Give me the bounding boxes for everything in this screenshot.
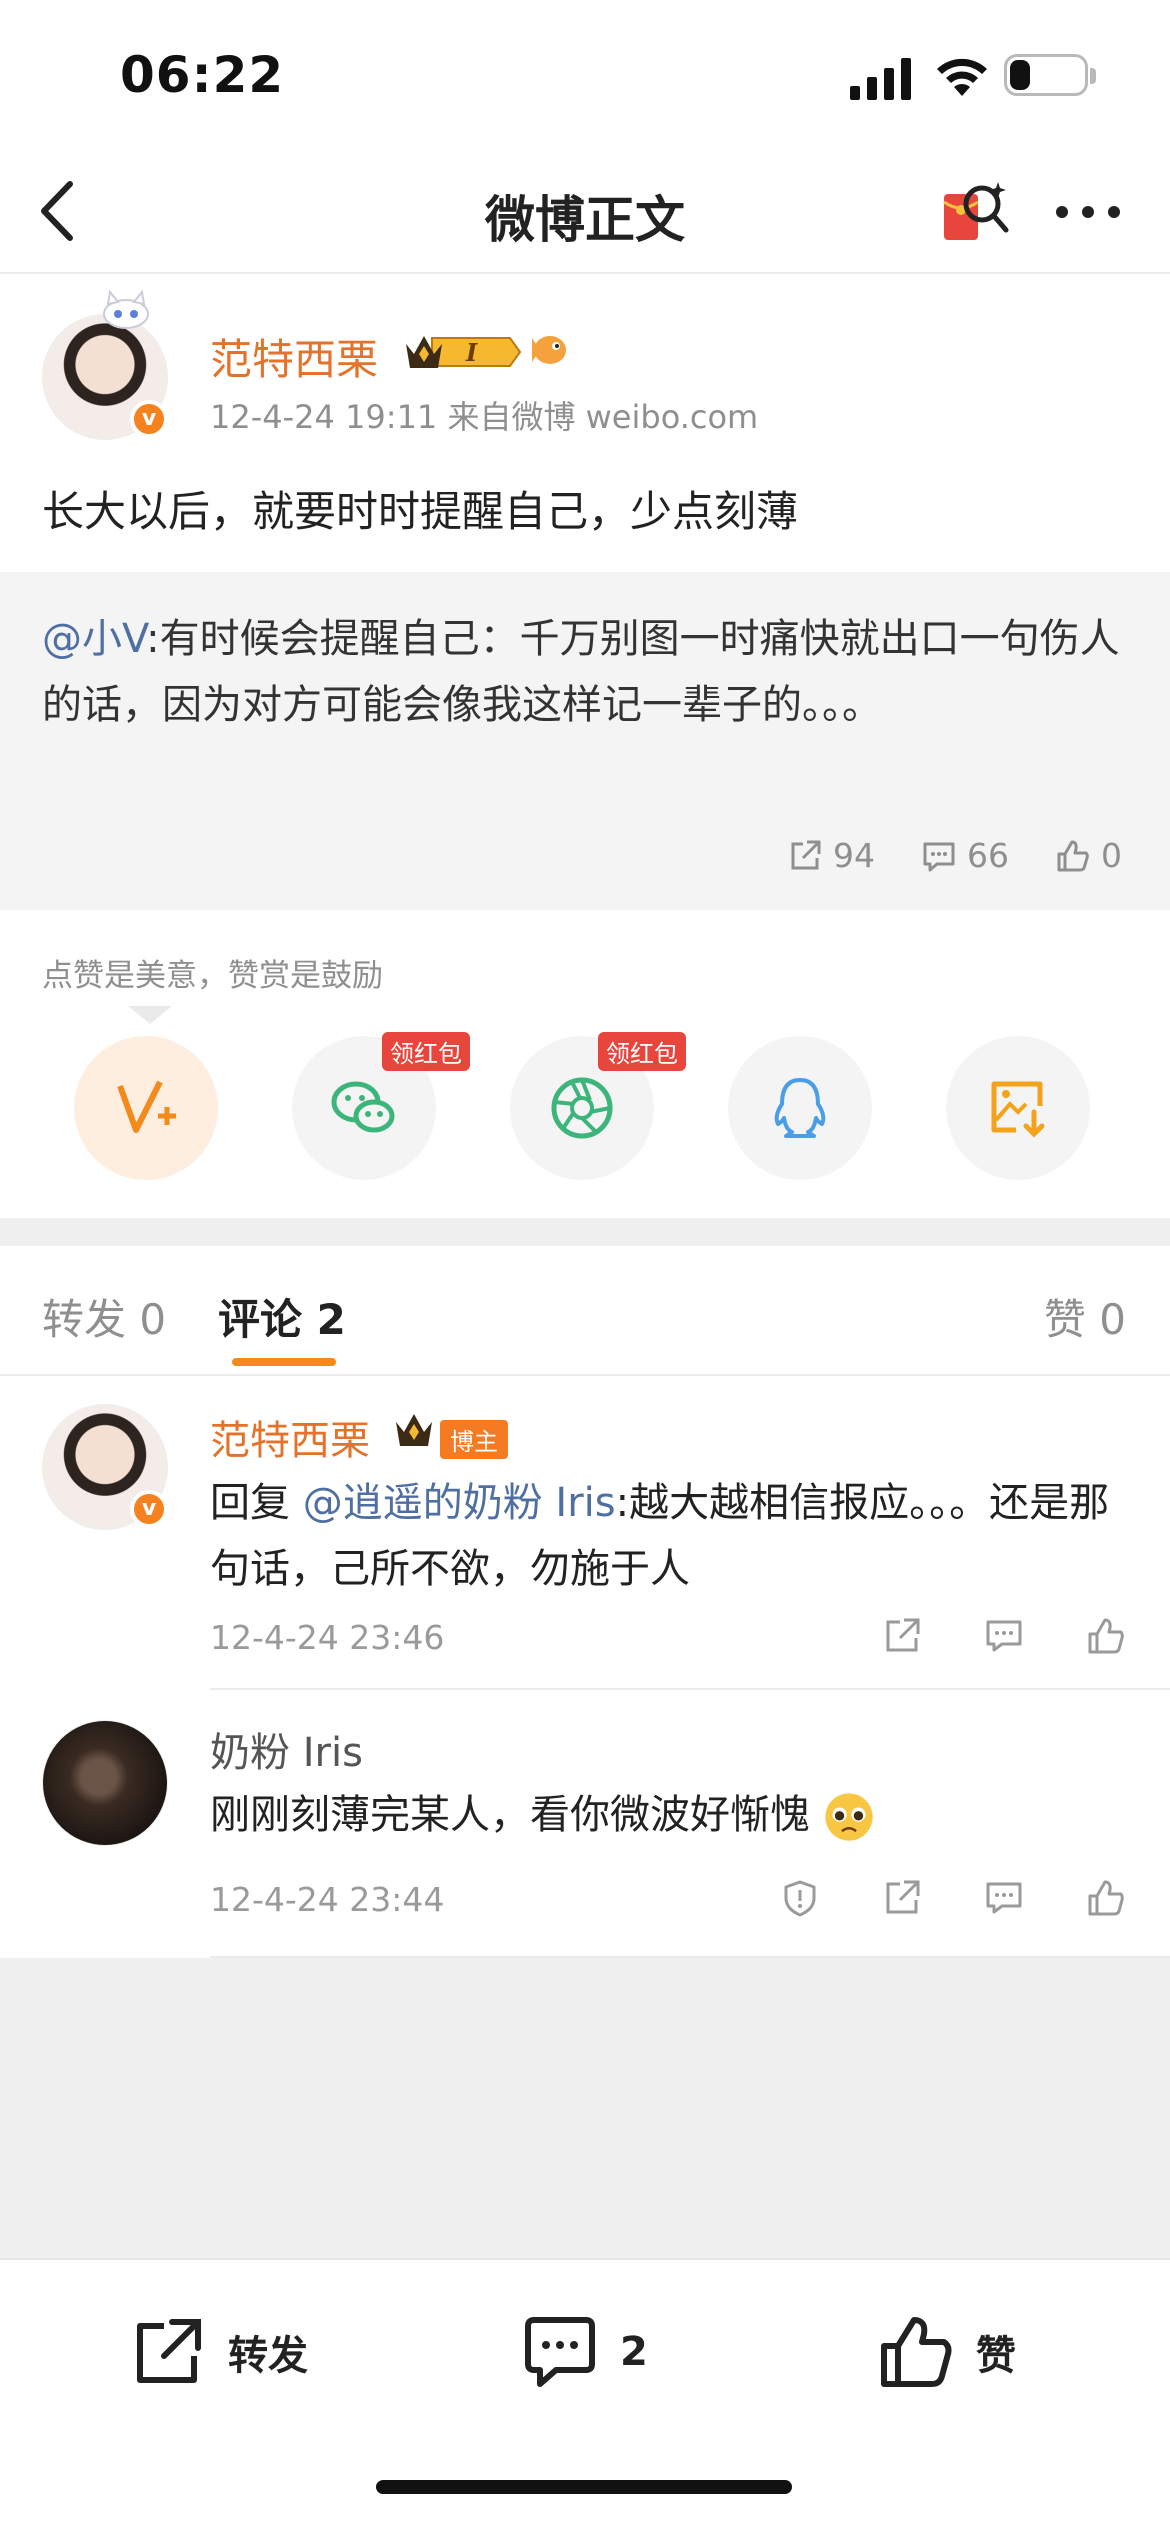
- signal-icon: [850, 58, 911, 100]
- retweet-text: @小V:有时候会提醒自己：千万别图一时痛快就出口一句伤人的话，因为对方可能会像我…: [42, 606, 1132, 738]
- retweet-stats: 94 66 0: [787, 836, 1122, 875]
- comment-divider: [210, 1688, 1170, 1690]
- vplus-share-button[interactable]: [74, 1036, 218, 1180]
- repost-icon: [791, 840, 821, 869]
- post-text: 长大以后，就要时时提醒自己，少点刻薄: [42, 487, 799, 536]
- repost-button[interactable]: 转发: [128, 2312, 308, 2392]
- comment-text: 刚刚刻薄完某人，看你微波好惭愧: [210, 1782, 1140, 1848]
- reward-hint: 点赞是美意，赞赏是鼓励: [42, 958, 383, 994]
- reply-mention[interactable]: @逍遥的奶粉 Iris: [303, 1480, 616, 1526]
- tab-like[interactable]: 赞 0: [1044, 1286, 1126, 1347]
- reply-icon[interactable]: [984, 1616, 1024, 1656]
- tab-repost[interactable]: 转发 0: [42, 1286, 166, 1347]
- comment-button[interactable]: 2: [520, 2312, 648, 2392]
- comment-time: 12-4-24 23:46: [210, 1618, 445, 1657]
- red-packet-icon[interactable]: [938, 174, 1012, 248]
- comment-icon: [525, 2317, 595, 2387]
- repost-count: 94: [833, 836, 875, 875]
- comment-author[interactable]: 奶粉 Iris: [210, 1720, 363, 1778]
- battery-icon: 26: [1004, 54, 1088, 96]
- v-plus-icon: [117, 1080, 176, 1133]
- retweet-like-stat[interactable]: 0: [1055, 836, 1122, 875]
- retweet-body: :有时候会提醒自己：千万别图一时痛快就出口一句伤人的话，因为对方可能会像我这样记…: [42, 616, 1120, 728]
- nav-bar: 微博正文: [0, 150, 1170, 274]
- fan-badge-icon: [532, 336, 566, 364]
- report-icon[interactable]: [780, 1878, 820, 1918]
- membership-crown-icon: [396, 1414, 432, 1446]
- comment-avatar[interactable]: [42, 1720, 168, 1846]
- like-label: 赞: [976, 2333, 1016, 2379]
- comment-text: 回复 @逍遥的奶粉 Iris:越大越相信报应。。。还是那句话，己所不欲，勿施于人: [210, 1470, 1140, 1602]
- comment-body: 刚刚刻薄完某人，看你微波好惭愧: [210, 1792, 810, 1838]
- pleading-face-emoji-icon: [825, 1793, 873, 1841]
- repost-label: 转发: [228, 2333, 308, 2379]
- reply-icon[interactable]: [984, 1878, 1024, 1918]
- comment-actions: [882, 1616, 1126, 1656]
- battery-level: 26: [1031, 59, 1073, 94]
- verified-badge-icon: v: [130, 400, 168, 438]
- like-icon: [881, 2317, 952, 2387]
- moments-icon: [551, 1077, 613, 1139]
- wechat-icon: [331, 1081, 395, 1133]
- membership-crown-icon[interactable]: I: [402, 330, 524, 374]
- comment-count: 66: [967, 836, 1009, 875]
- wifi-icon: [937, 58, 987, 96]
- tab-comment[interactable]: 评论 2: [218, 1286, 346, 1347]
- retweet-comment-stat[interactable]: 66: [921, 836, 1009, 875]
- author-name[interactable]: 范特西栗: [210, 326, 378, 387]
- qq-icon: [774, 1078, 826, 1138]
- comment-icon: [923, 842, 955, 871]
- author-badge: 博主: [440, 1420, 508, 1459]
- moments-red-packet-tag: 领红包: [598, 1032, 686, 1071]
- verified-badge-icon: v: [130, 1490, 168, 1528]
- qq-share-button[interactable]: [728, 1036, 872, 1180]
- retweet-mention[interactable]: @小V: [42, 616, 146, 662]
- retweet-repost-stat[interactable]: 94: [787, 836, 875, 875]
- like-count: 0: [1101, 836, 1122, 875]
- share-icon[interactable]: [882, 1878, 922, 1918]
- like-icon: [1057, 840, 1089, 871]
- like-button[interactable]: 赞: [876, 2312, 1016, 2392]
- status-time: 06:22: [120, 46, 285, 104]
- post-meta: 12-4-24 19:11 来自微博 weibo.com: [210, 398, 759, 436]
- comment-count-label: 2: [620, 2329, 648, 2375]
- like-icon[interactable]: [1086, 1616, 1126, 1656]
- home-indicator: [376, 2480, 792, 2494]
- avatar-pendant-icon: [103, 290, 149, 329]
- more-icon[interactable]: [1052, 192, 1124, 232]
- comment-author[interactable]: 范特西栗: [210, 1408, 370, 1466]
- svg-text:I: I: [465, 338, 478, 367]
- share-row: 领红包 领红包: [0, 1032, 1170, 1186]
- tab-active-indicator: [232, 1358, 336, 1366]
- section-separator: [0, 1218, 1170, 1246]
- status-bar: 06:22 26: [0, 0, 1170, 150]
- interaction-tabs: 转发 0 评论 2 赞 0: [0, 1246, 1170, 1376]
- comment-actions: [780, 1878, 1126, 1918]
- wechat-red-packet-tag: 领红包: [382, 1032, 470, 1071]
- repost-icon: [137, 2319, 201, 2383]
- pointer-triangle: [128, 1006, 172, 1024]
- like-icon[interactable]: [1086, 1878, 1126, 1918]
- retweet-card[interactable]: @小V:有时候会提醒自己：千万别图一时痛快就出口一句伤人的话，因为对方可能会像我…: [0, 572, 1170, 910]
- save-image-button[interactable]: [946, 1036, 1090, 1180]
- save-image-icon: [991, 1081, 1045, 1138]
- share-icon[interactable]: [882, 1616, 922, 1656]
- empty-area: [0, 1958, 1170, 2258]
- comment-time: 12-4-24 23:44: [210, 1880, 445, 1919]
- reply-prefix: 回复: [210, 1480, 303, 1526]
